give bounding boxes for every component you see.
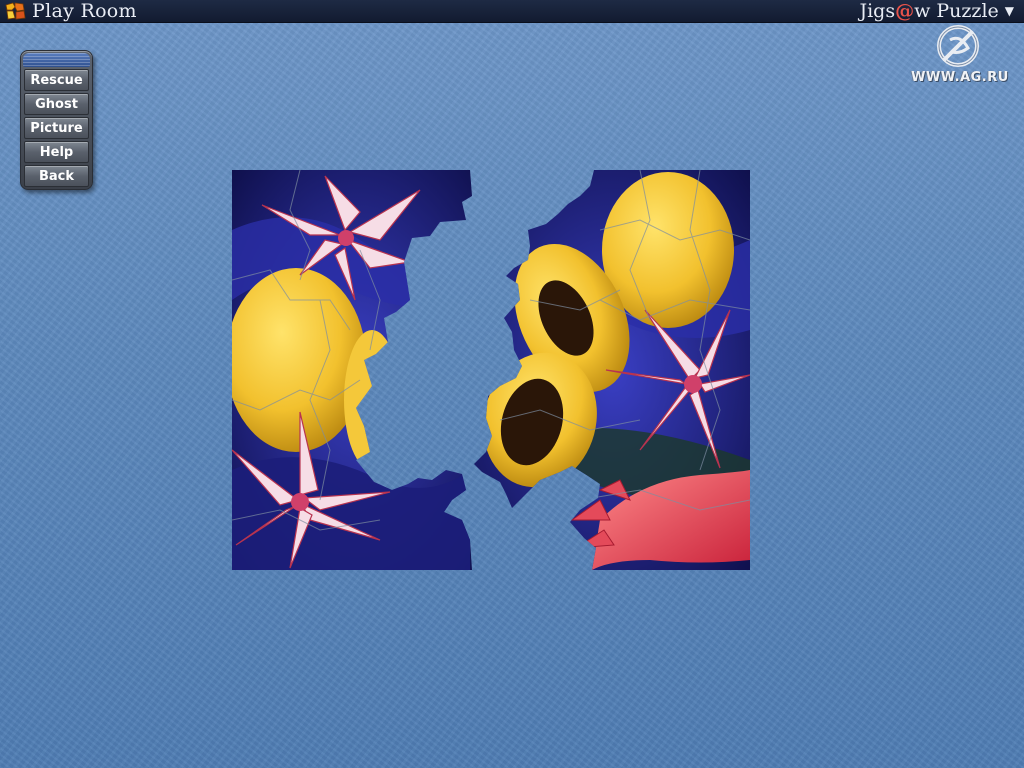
puzzle-board[interactable] bbox=[0, 0, 1024, 768]
right-piece-group[interactable] bbox=[468, 166, 756, 576]
puzzle-canvas[interactable] bbox=[0, 0, 1024, 768]
left-piece-group[interactable] bbox=[226, 166, 488, 576]
